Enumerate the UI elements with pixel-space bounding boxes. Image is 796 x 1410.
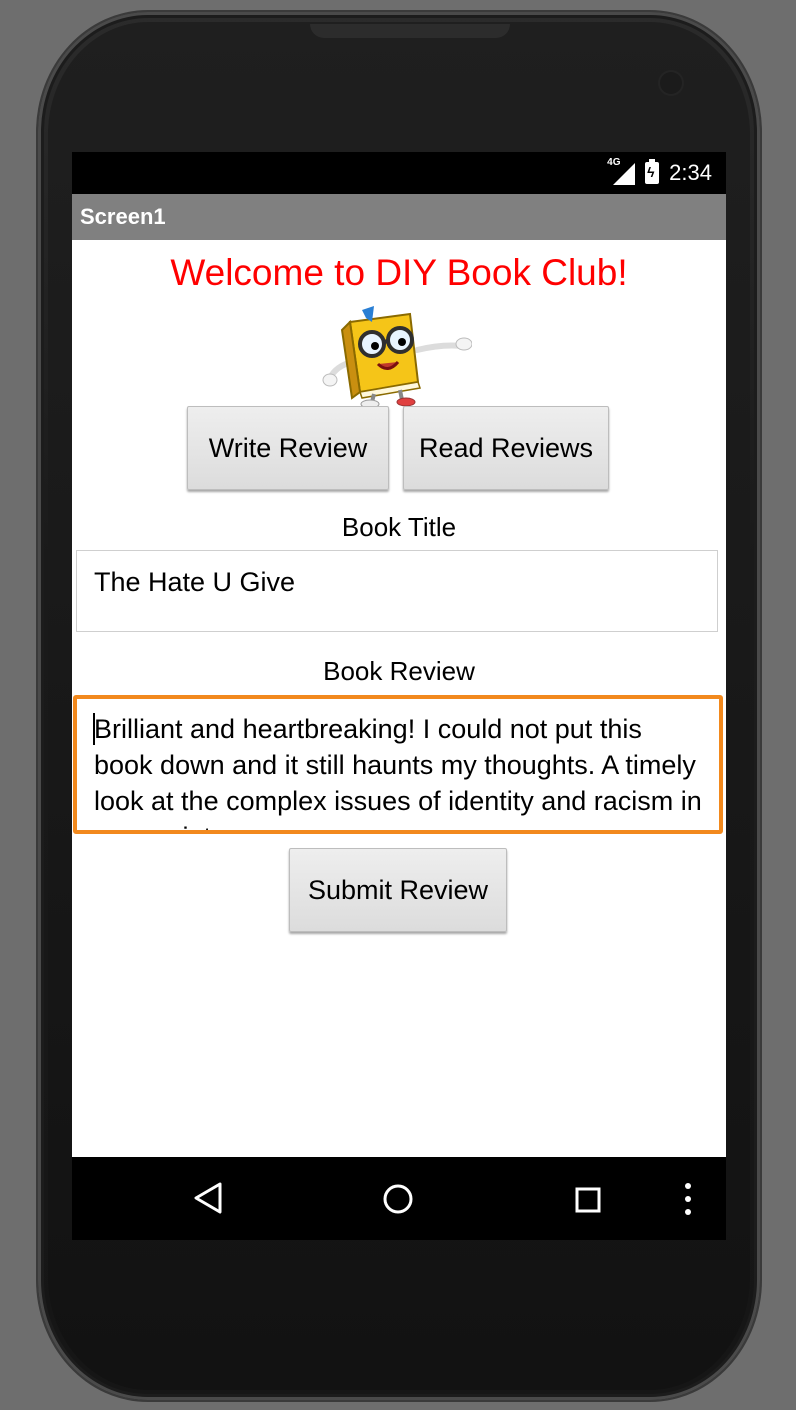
status-bar: 4G ϟ 2:34 xyxy=(72,152,726,194)
book-title-input[interactable]: The Hate U Give xyxy=(76,550,718,632)
submit-review-button[interactable]: Submit Review xyxy=(289,848,507,932)
read-reviews-button[interactable]: Read Reviews xyxy=(403,406,609,490)
status-icons: 4G ϟ 2:34 xyxy=(607,157,712,186)
back-icon[interactable] xyxy=(192,1181,224,1215)
status-time: 2:34 xyxy=(669,160,712,185)
write-review-button[interactable]: Write Review xyxy=(187,406,389,490)
signal-icon: 4G xyxy=(607,157,636,185)
book-mascot-image xyxy=(322,306,472,408)
navigation-bar xyxy=(72,1157,726,1240)
book-title-value: The Hate U Give xyxy=(94,567,296,597)
front-camera xyxy=(660,72,682,94)
book-review-input[interactable]: Brilliant and heartbreaking! I could not… xyxy=(73,695,723,834)
speaker-grille xyxy=(310,24,510,38)
app-bar: Screen1 xyxy=(72,194,726,240)
home-icon[interactable] xyxy=(382,1183,414,1215)
book-review-label: Book Review xyxy=(323,656,475,686)
battery-charging-icon: ϟ xyxy=(645,159,660,184)
recent-apps-icon[interactable] xyxy=(575,1187,601,1213)
app-title: Screen1 xyxy=(80,204,166,229)
welcome-heading: Welcome to DIY Book Club! xyxy=(170,252,628,293)
overflow-menu-icon[interactable] xyxy=(682,1181,694,1217)
book-review-value: Brilliant and heartbreaking! I could not… xyxy=(94,714,702,830)
device-screen: 4G ϟ 2:34 Screen1 Welcome to DIY Book Cl… xyxy=(72,152,726,1240)
book-title-label: Book Title xyxy=(341,512,457,542)
